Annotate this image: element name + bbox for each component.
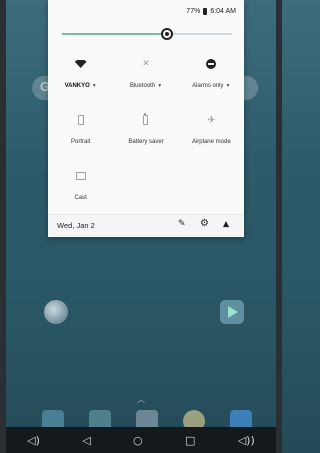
app-drawer-caret-icon[interactable]: ︿ (137, 394, 145, 405)
date-label: Wed, Jan 2 (57, 221, 95, 230)
brightness-thumb-icon[interactable] (161, 28, 174, 40)
google-app-icon[interactable] (38, 300, 74, 324)
quick-settings-grid: VANKYO ▼ ✕ Bluetooth ▼ Alarms only ▼ Portra… (48, 50, 244, 218)
tile-do-not-disturb[interactable]: Alarms only ▼ (179, 50, 244, 106)
bluetooth-off-icon: ✕ (142, 59, 150, 69)
quick-settings-row-2: Portrait Battery saver ✈ Airplane mode (48, 106, 244, 162)
chevron-down-icon[interactable]: ▼ (157, 83, 162, 89)
device-bezel-right (276, 0, 282, 453)
quick-settings-panel: 77% 6:04 AM VANKYO ▼ ✕ Bluetooth ▼ Alarms … (48, 0, 244, 237)
volume-down-icon[interactable]: ◁) (27, 435, 40, 446)
tile-cast[interactable]: Cast (48, 162, 113, 218)
tile-cast-label: Cast (74, 195, 87, 201)
brightness-fill (62, 33, 168, 35)
play-store-app-icon[interactable] (214, 300, 250, 324)
wifi-icon (74, 60, 87, 68)
device-bezel-left (0, 0, 6, 453)
do-not-disturb-icon (206, 59, 217, 69)
battery-percent: 77% (186, 8, 201, 15)
edit-pencil-icon[interactable]: ✎ (178, 219, 186, 229)
tile-rotation[interactable]: Portrait (48, 106, 113, 162)
brightness-slider[interactable] (62, 28, 232, 40)
quick-settings-footer: Wed, Jan 2 ✎ ⚙ ▼ (48, 214, 244, 237)
settings-gear-icon[interactable]: ⚙ (200, 218, 209, 229)
tile-bluetooth-label: Bluetooth (129, 83, 156, 89)
back-icon[interactable]: ◁ (82, 435, 90, 446)
battery-icon (203, 8, 208, 15)
collapse-chevron-icon[interactable]: ▼ (223, 220, 229, 229)
tile-wifi-label: VANKYO (64, 83, 90, 89)
google-app-tile (44, 300, 68, 324)
home-icon[interactable]: ○ (133, 435, 143, 446)
cast-icon (75, 172, 86, 180)
tile-airplane-mode[interactable]: ✈ Airplane mode (179, 106, 244, 162)
airplane-mode-icon: ✈ (207, 114, 216, 126)
quick-settings-row-1: VANKYO ▼ ✕ Bluetooth ▼ Alarms only ▼ (48, 50, 244, 106)
tile-dnd-label: Alarms only (192, 83, 224, 89)
chevron-down-icon[interactable]: ▼ (226, 83, 231, 89)
chevron-down-icon[interactable]: ▼ (92, 83, 97, 89)
recents-icon[interactable]: □ (185, 435, 195, 446)
volume-up-icon[interactable]: ◁)) (238, 435, 255, 446)
tile-battery-saver-label: Battery saver (128, 139, 164, 145)
tile-airplane-label: Airplane mode (191, 139, 231, 145)
clock: 6:04 AM (210, 8, 236, 15)
tile-battery-saver[interactable]: Battery saver (113, 106, 178, 162)
quick-settings-row-3: Cast (48, 162, 244, 218)
tile-rotation-label: Portrait (70, 139, 91, 145)
navigation-bar: ◁) ◁ ○ □ ◁)) (6, 427, 276, 453)
tile-bluetooth[interactable]: ✕ Bluetooth ▼ (113, 50, 178, 106)
status-bar: 77% 6:04 AM (186, 8, 236, 15)
battery-saver-icon (143, 113, 149, 125)
portrait-icon (77, 115, 84, 125)
play-store-tile (220, 300, 244, 324)
tile-wifi[interactable]: VANKYO ▼ (48, 50, 113, 106)
